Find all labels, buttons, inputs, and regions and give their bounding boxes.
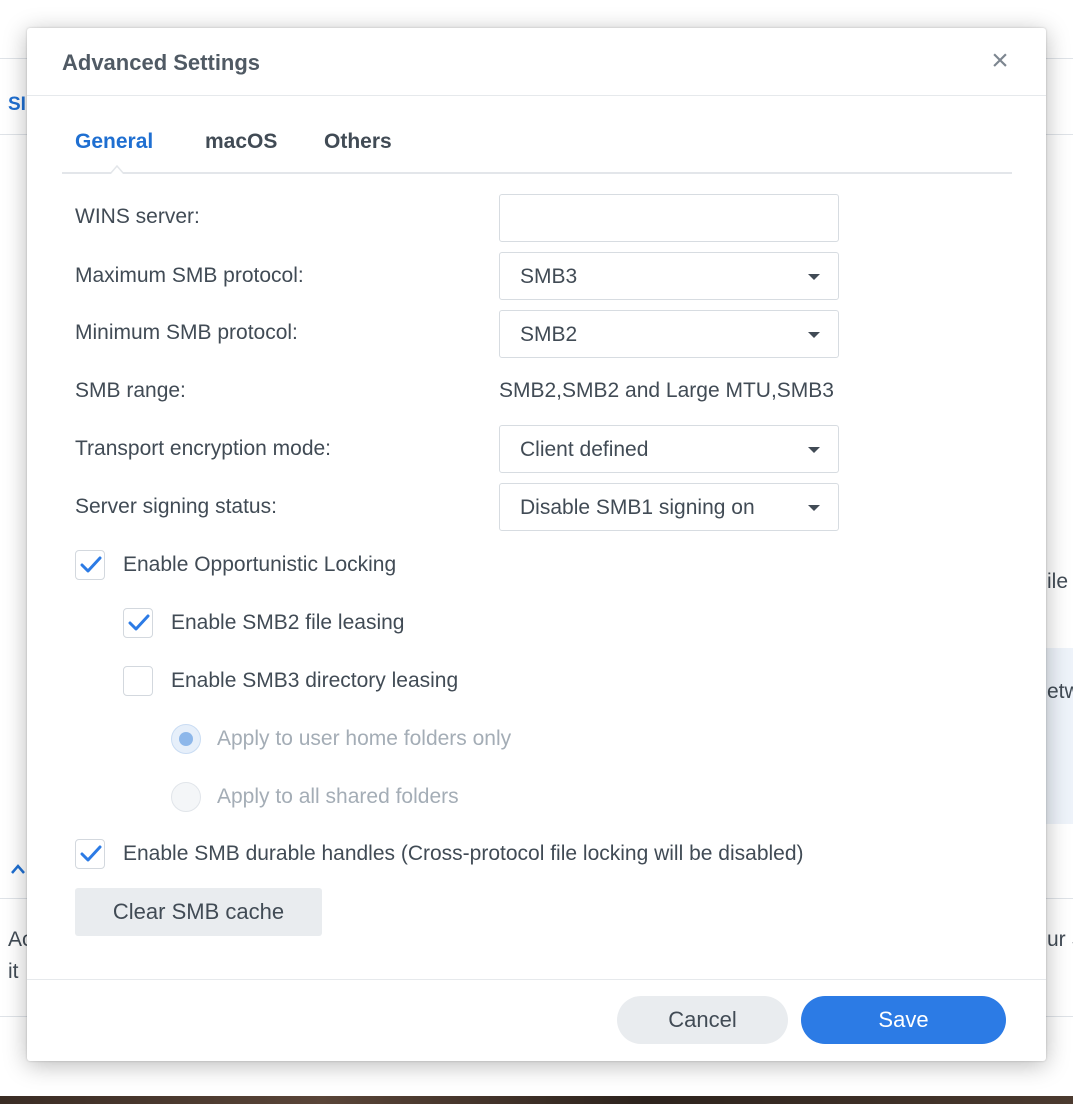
caret-down-icon [808, 447, 820, 453]
active-tab-pointer-icon [110, 165, 124, 174]
caret-down-icon [808, 505, 820, 511]
bg-text: ile [1047, 570, 1069, 593]
transport-encryption-label: Transport encryption mode: [75, 437, 332, 460]
checkmark-icon [80, 845, 102, 862]
min-smb-value: SMB2 [520, 323, 578, 346]
advanced-settings-dialog: Advanced Settings × General macOS Others… [27, 28, 1046, 1061]
min-smb-select[interactable]: SMB2 [499, 310, 839, 358]
tab-general[interactable]: General [75, 130, 153, 154]
durable-handles-checkbox[interactable] [75, 839, 105, 869]
wins-server-label: WINS server: [75, 205, 200, 228]
server-signing-select[interactable]: Disable SMB1 signing on [499, 483, 839, 531]
bg-tab-fragment: SI [8, 94, 26, 115]
apply-all-radio-row: Apply to all shared folders [171, 781, 591, 813]
max-smb-select[interactable]: SMB3 [499, 252, 839, 300]
caret-down-icon [808, 274, 820, 280]
save-button[interactable]: Save [801, 996, 1006, 1044]
smb-range-label: SMB range: [75, 379, 186, 402]
smb3-dir-leasing-checkbox-row[interactable]: Enable SMB3 directory leasing [123, 665, 543, 697]
max-smb-label: Maximum SMB protocol: [75, 264, 304, 287]
bg-text: it [8, 960, 19, 983]
apply-home-label: Apply to user home folders only [217, 727, 512, 750]
checkmark-icon [128, 614, 150, 631]
dialog-footer: Cancel Save [27, 979, 1046, 1061]
tab-bar: General macOS Others [62, 126, 1012, 174]
oplock-checkbox[interactable] [75, 550, 105, 580]
close-icon[interactable]: × [988, 46, 1012, 76]
bg-text: etw [1047, 680, 1073, 703]
smb2-leasing-label: Enable SMB2 file leasing [171, 611, 405, 634]
caret-down-icon [808, 332, 820, 338]
dialog-header: Advanced Settings × [27, 28, 1046, 96]
checkmark-icon [80, 556, 102, 573]
dialog-title: Advanced Settings [62, 50, 261, 75]
chevron-up-icon [10, 858, 26, 881]
oplock-label: Enable Opportunistic Locking [123, 553, 397, 576]
smb3-dir-leasing-label: Enable SMB3 directory leasing [171, 669, 459, 692]
server-signing-label: Server signing status: [75, 495, 277, 518]
apply-all-radio [171, 782, 201, 812]
max-smb-value: SMB3 [520, 265, 578, 288]
tab-macos[interactable]: macOS [205, 130, 277, 154]
apply-home-radio [171, 724, 201, 754]
bg-photo-strip [0, 1096, 1073, 1104]
server-signing-value: Disable SMB1 signing on [520, 496, 755, 519]
apply-home-radio-row: Apply to user home folders only [171, 723, 591, 755]
durable-handles-label: Enable SMB durable handles (Cross-protoc… [123, 842, 804, 865]
smb-range-value: SMB2,SMB2 and Large MTU,SMB3 [499, 379, 834, 402]
durable-handles-checkbox-row[interactable]: Enable SMB durable handles (Cross-protoc… [75, 838, 955, 870]
oplock-checkbox-row[interactable]: Enable Opportunistic Locking [75, 549, 495, 581]
clear-smb-cache-button[interactable]: Clear SMB cache [75, 888, 322, 936]
smb3-dir-leasing-checkbox[interactable] [123, 666, 153, 696]
wins-server-input[interactable] [499, 194, 839, 242]
transport-encryption-value: Client defined [520, 438, 649, 461]
smb2-leasing-checkbox[interactable] [123, 608, 153, 638]
bg-text: ur S [1047, 928, 1073, 951]
apply-all-label: Apply to all shared folders [217, 785, 459, 808]
transport-encryption-select[interactable]: Client defined [499, 425, 839, 473]
tab-others[interactable]: Others [324, 130, 392, 154]
min-smb-label: Minimum SMB protocol: [75, 321, 298, 344]
cancel-button[interactable]: Cancel [617, 996, 788, 1044]
smb2-leasing-checkbox-row[interactable]: Enable SMB2 file leasing [123, 607, 483, 639]
